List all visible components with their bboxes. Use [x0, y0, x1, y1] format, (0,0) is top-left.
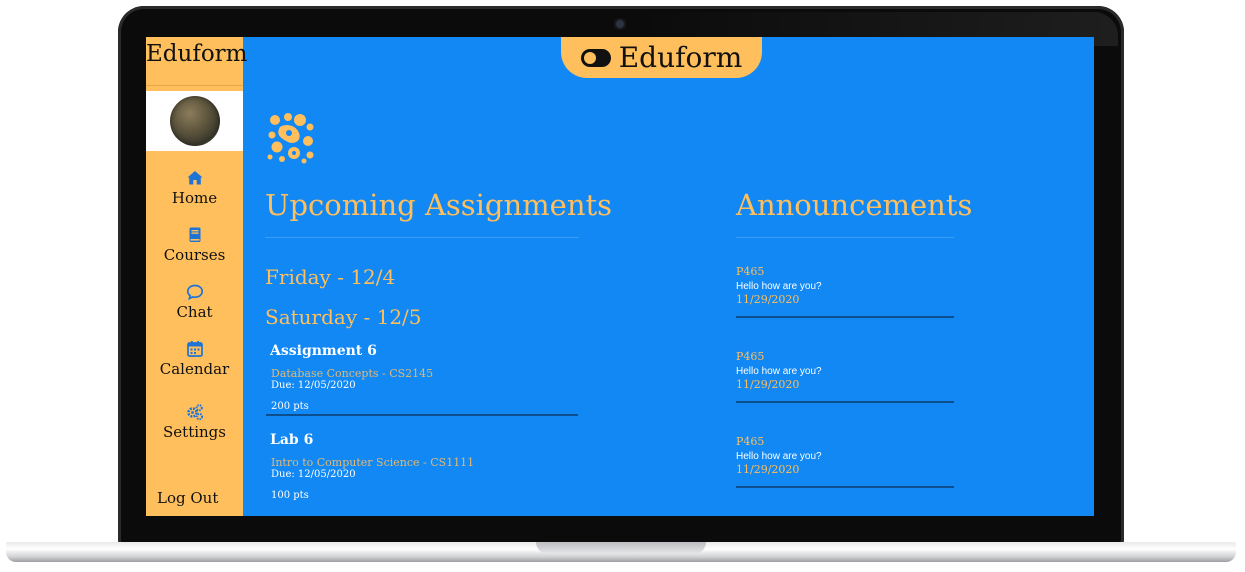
calendar-icon	[186, 341, 203, 357]
sidebar-item-label: Courses	[163, 246, 226, 264]
assignment-points: 200 pts	[271, 401, 309, 412]
theme-toggle[interactable]	[580, 48, 611, 67]
assignment-points: 100 pts	[271, 490, 309, 501]
announcement-date: 11/29/2020	[736, 378, 800, 391]
assignments-heading: Upcoming Assignments	[265, 188, 613, 222]
book-icon	[189, 227, 200, 242]
announcement-divider	[736, 486, 954, 488]
sidebar-item-label: Settings	[163, 423, 226, 441]
sidebar-item-chat[interactable]: Chat	[146, 283, 243, 321]
chat-bubble-icon	[186, 284, 203, 301]
announcement-course: P465	[736, 350, 765, 363]
sidebar-item-settings[interactable]: Settings	[146, 403, 243, 441]
avatar[interactable]	[169, 96, 220, 146]
avatar-container	[146, 91, 243, 151]
assignment-due-date: Due: 12/05/2020	[271, 469, 356, 480]
sidebar: Eduform Home Courses Chat Calendar Setti…	[146, 37, 248, 516]
sidebar-item-label: Calendar	[159, 360, 230, 378]
announcement-item[interactable]: P465 Hello how are you? 11/29/2020	[736, 265, 954, 318]
assignment-card[interactable]: Assignment 6 Database Concepts - CS2145 …	[266, 343, 578, 416]
announcement-message: Hello how are you?	[736, 451, 822, 462]
announcement-divider	[736, 316, 954, 318]
day-title: Friday - 12/4	[265, 265, 396, 289]
logout-link[interactable]: Log Out	[157, 489, 218, 507]
sidebar-item-calendar[interactable]: Calendar	[146, 340, 243, 378]
assignment-due-date: Due: 12/05/2020	[271, 380, 356, 391]
announcement-date: 11/29/2020	[736, 463, 800, 476]
camera-icon	[616, 20, 624, 28]
announcement-item[interactable]: P465 Hello how are you? 11/29/2020	[736, 435, 954, 488]
announcement-divider	[736, 401, 954, 403]
assignment-course: Intro to Computer Science - CS1111	[271, 456, 475, 469]
logo-icon	[267, 113, 314, 164]
home-icon	[187, 171, 202, 185]
announcement-course: P465	[736, 435, 765, 448]
assignments-heading-divider	[265, 237, 579, 238]
assignment-title: Assignment 6	[270, 343, 377, 359]
brand-title: Eduform	[146, 41, 248, 67]
sidebar-item-label: Chat	[176, 303, 213, 321]
gears-icon	[186, 404, 203, 421]
announcement-course: P465	[736, 265, 765, 278]
header-tab: Eduform	[561, 37, 762, 78]
sidebar-item-courses[interactable]: Courses	[146, 226, 243, 264]
assignment-course: Database Concepts - CS2145	[271, 367, 434, 380]
assignment-divider	[266, 414, 578, 416]
header-title: Eduform	[618, 41, 743, 74]
sidebar-item-label: Home	[171, 189, 218, 207]
announcements-heading-divider	[736, 237, 954, 238]
sidebar-item-home[interactable]: Home	[146, 169, 243, 207]
announcement-date: 11/29/2020	[736, 293, 800, 306]
day-title: Saturday - 12/5	[265, 305, 422, 329]
announcements-heading: Announcements	[736, 188, 973, 222]
laptop-base-notch	[536, 542, 706, 554]
announcement-item[interactable]: P465 Hello how are you? 11/29/2020	[736, 350, 954, 403]
assignment-card[interactable]: Lab 6 Intro to Computer Science - CS1111…	[266, 432, 578, 501]
app-screen: Eduform Home Courses Chat Calendar Setti…	[146, 37, 1094, 516]
assignment-title: Lab 6	[270, 432, 314, 448]
announcement-message: Hello how are you?	[736, 366, 822, 377]
brand-divider	[146, 85, 243, 86]
announcement-message: Hello how are you?	[736, 281, 822, 292]
